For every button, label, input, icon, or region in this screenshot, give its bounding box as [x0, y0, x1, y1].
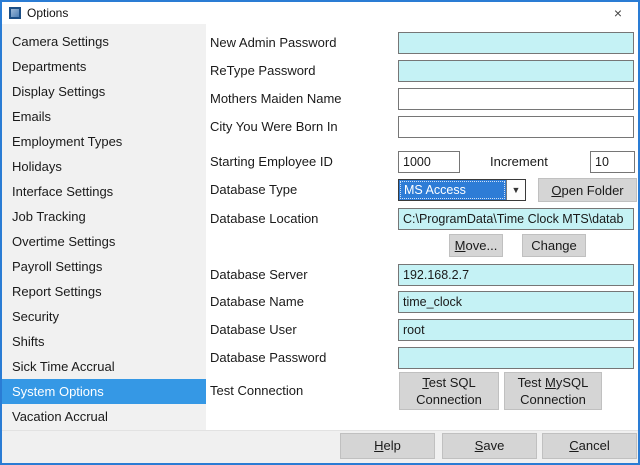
chevron-down-icon[interactable]: ▼ — [506, 180, 525, 200]
city-born-label: City You Were Born In — [210, 119, 338, 134]
change-button[interactable]: Change — [522, 234, 586, 257]
new-admin-password-label: New Admin Password — [210, 35, 337, 50]
close-icon[interactable]: × — [608, 4, 628, 22]
increment-field[interactable] — [590, 151, 635, 173]
sidebar-item-holidays[interactable]: Holidays — [2, 154, 206, 179]
footer-bar: Help Save Cancel — [2, 430, 638, 463]
database-server-field[interactable] — [398, 264, 634, 286]
sidebar-item-vacation-accrual[interactable]: Vacation Accrual — [2, 404, 206, 429]
sidebar-item-shifts[interactable]: Shifts — [2, 329, 206, 354]
sidebar-item-employment-types[interactable]: Employment Types — [2, 129, 206, 154]
starting-employee-id-label: Starting Employee ID — [210, 154, 333, 169]
test-mysql-connection-button[interactable]: Test MySQL Connection — [504, 372, 602, 410]
database-user-field[interactable] — [398, 319, 634, 341]
retype-password-field[interactable] — [398, 60, 634, 82]
sidebar-item-interface-settings[interactable]: Interface Settings — [2, 179, 206, 204]
sidebar-item-overtime-settings[interactable]: Overtime Settings — [2, 229, 206, 254]
window-title: Options — [27, 6, 69, 20]
database-location-label: Database Location — [210, 211, 319, 226]
sidebar-item-security[interactable]: Security — [2, 304, 206, 329]
app-icon — [9, 7, 21, 19]
title-bar: Options × — [2, 2, 638, 24]
test-connection-label: Test Connection — [210, 383, 304, 398]
save-button[interactable]: Save — [442, 433, 537, 459]
mothers-maiden-name-label: Mothers Maiden Name — [210, 91, 342, 106]
sidebar-item-report-settings[interactable]: Report Settings — [2, 279, 206, 304]
starting-employee-id-field[interactable] — [398, 151, 460, 173]
sidebar: Camera Settings Departments Display Sett… — [2, 24, 206, 430]
database-location-field[interactable] — [398, 208, 634, 230]
options-dialog: Options × Camera Settings Departments Di… — [0, 0, 640, 465]
new-admin-password-field[interactable] — [398, 32, 634, 54]
sidebar-item-system-options[interactable]: System Options — [2, 379, 206, 404]
sidebar-item-departments[interactable]: Departments — [2, 54, 206, 79]
sidebar-item-camera-settings[interactable]: Camera Settings — [2, 29, 206, 54]
cancel-button[interactable]: Cancel — [542, 433, 637, 459]
sidebar-item-job-tracking[interactable]: Job Tracking — [2, 204, 206, 229]
database-password-label: Database Password — [210, 350, 327, 365]
database-name-label: Database Name — [210, 294, 304, 309]
sidebar-item-display-settings[interactable]: Display Settings — [2, 79, 206, 104]
sidebar-item-emails[interactable]: Emails — [2, 104, 206, 129]
test-sql-connection-button[interactable]: Test SQL Connection — [399, 372, 499, 410]
database-type-selected-value: MS Access — [400, 181, 505, 199]
open-folder-button[interactable]: Open Folder — [538, 178, 637, 202]
database-password-field[interactable] — [398, 347, 634, 369]
move-button[interactable]: Move... — [449, 234, 503, 257]
database-server-label: Database Server — [210, 267, 308, 282]
mothers-maiden-name-field[interactable] — [398, 88, 634, 110]
help-button[interactable]: Help — [340, 433, 435, 459]
database-user-label: Database User — [210, 322, 297, 337]
sidebar-item-payroll-settings[interactable]: Payroll Settings — [2, 254, 206, 279]
increment-label: Increment — [490, 154, 548, 169]
city-born-field[interactable] — [398, 116, 634, 138]
database-type-label: Database Type — [210, 182, 298, 197]
database-name-field[interactable] — [398, 291, 634, 313]
database-type-select[interactable]: MS Access ▼ — [398, 179, 526, 201]
sidebar-item-sick-time-accrual[interactable]: Sick Time Accrual — [2, 354, 206, 379]
retype-password-label: ReType Password — [210, 63, 316, 78]
